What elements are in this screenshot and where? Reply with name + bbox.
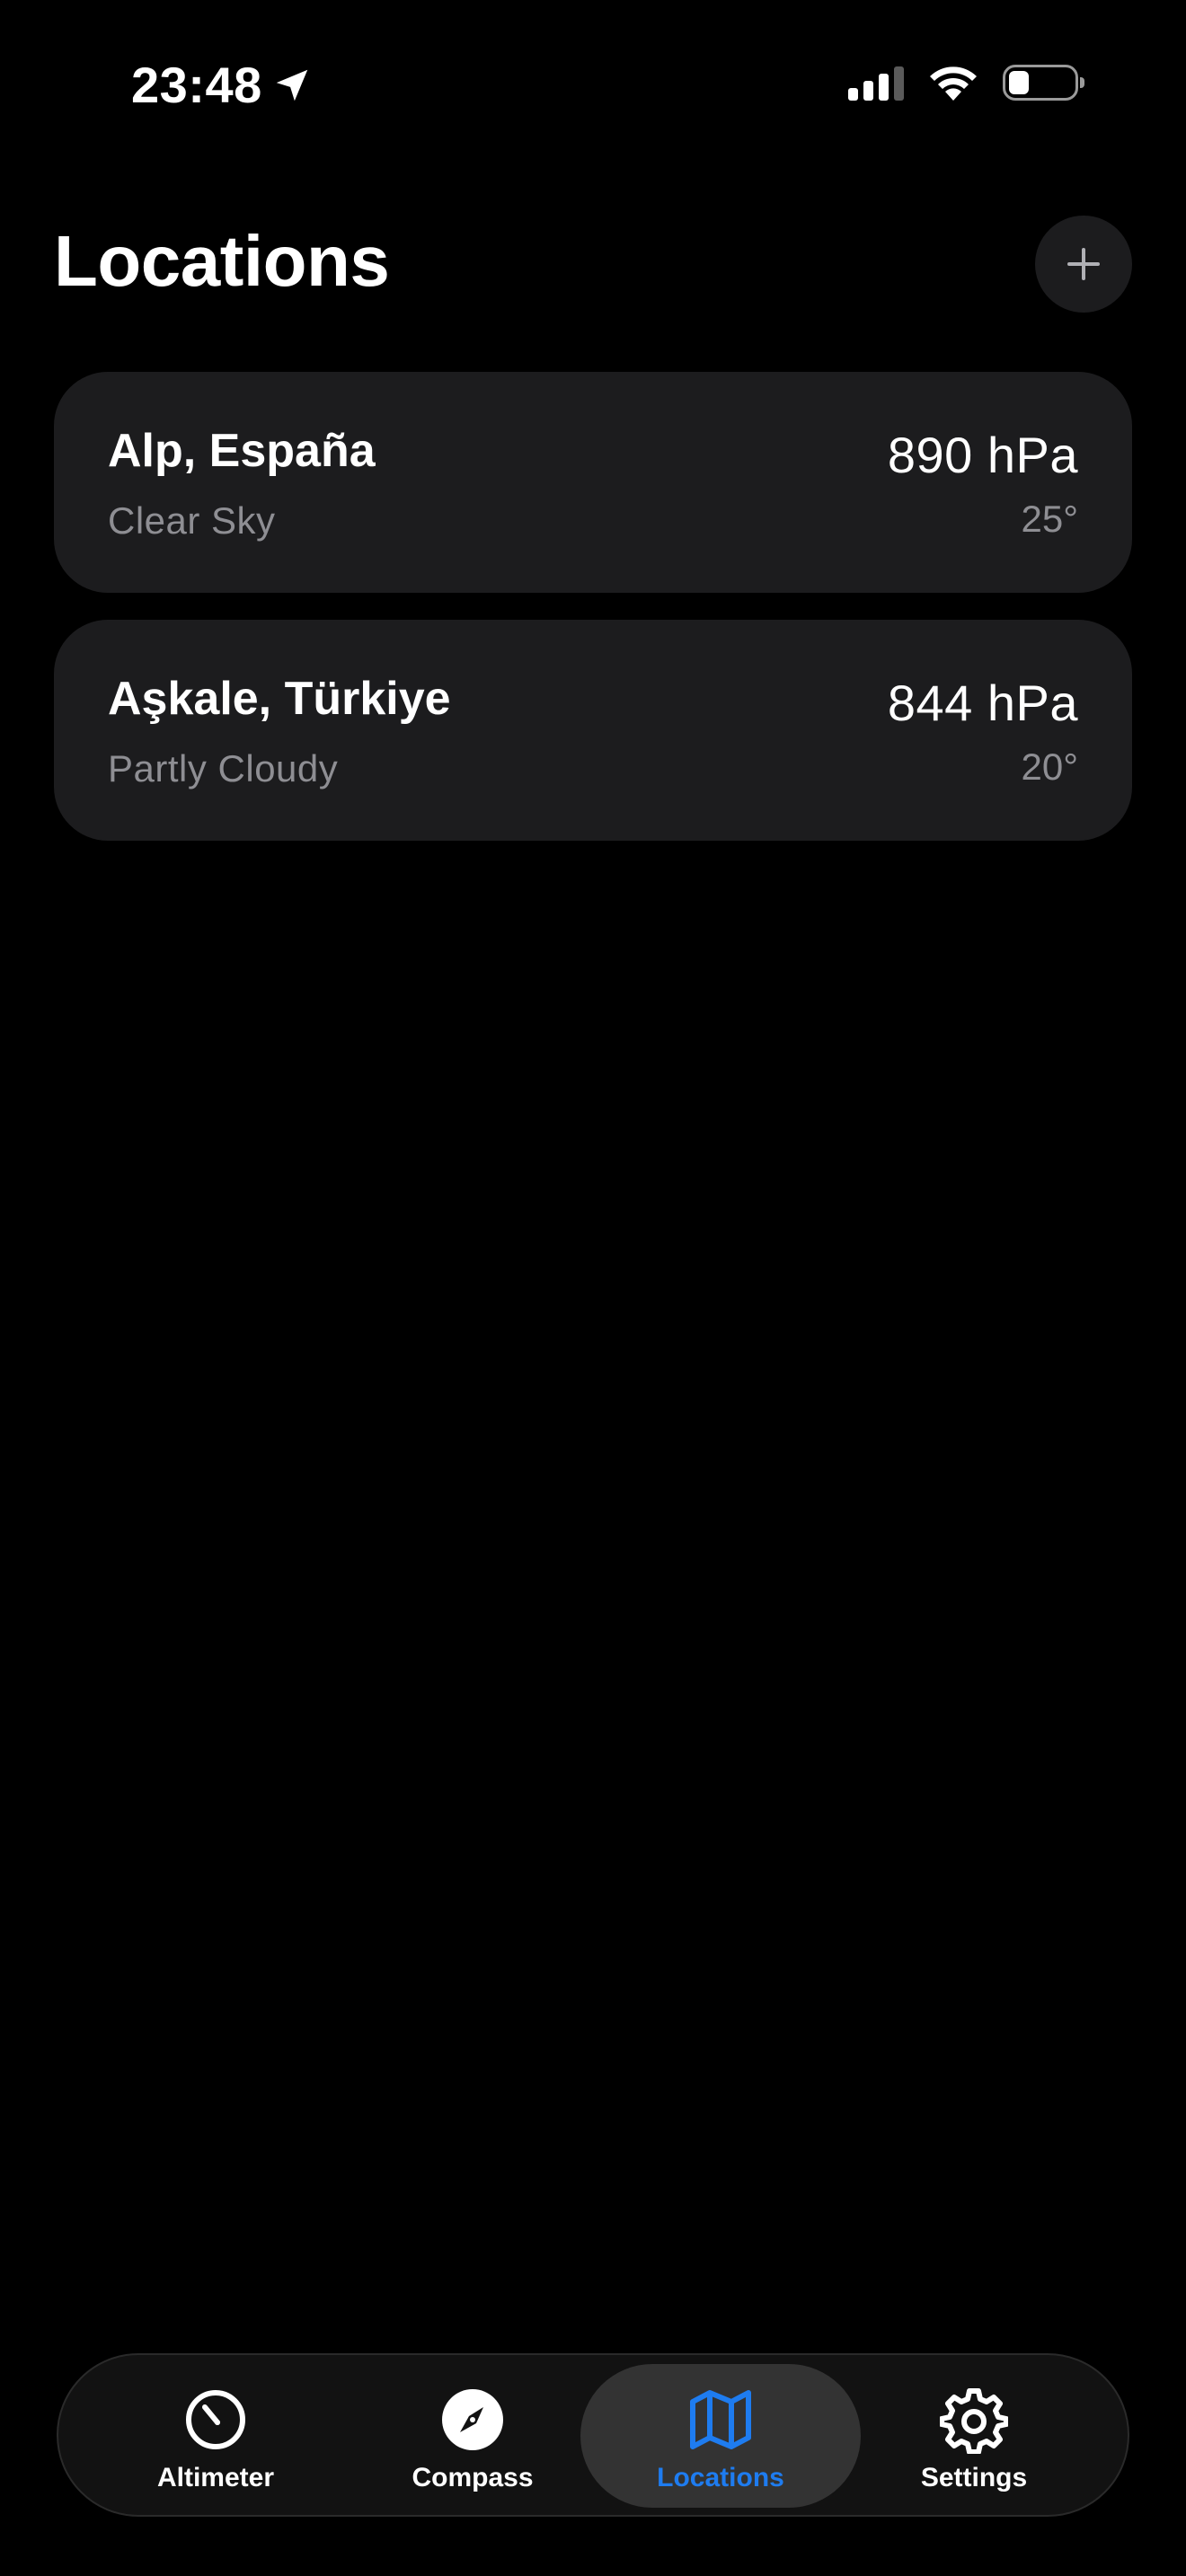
map-icon <box>690 2390 751 2449</box>
location-name: Alp, España <box>108 425 376 477</box>
weather-condition: Clear Sky <box>108 499 276 542</box>
plus-icon <box>1067 248 1100 280</box>
tab-label: Locations <box>657 2463 784 2492</box>
tab-label: Settings <box>920 2463 1028 2492</box>
status-bar: 23:48 <box>0 0 1186 180</box>
temperature-value: 25° <box>1021 498 1078 540</box>
page-title: Locations <box>54 221 390 301</box>
pressure-value: 844 hPa <box>887 675 1078 731</box>
status-indicators <box>848 63 1084 102</box>
gear-icon <box>940 2388 1008 2454</box>
tab-compass[interactable]: Compass <box>332 2364 613 2508</box>
tab-settings[interactable]: Settings <box>834 2364 1114 2508</box>
location-arrow-icon <box>276 69 307 101</box>
location-name: Aşkale, Türkiye <box>108 673 451 725</box>
add-location-button[interactable] <box>1035 216 1132 313</box>
weather-condition: Partly Cloudy <box>108 747 339 790</box>
status-time: 23:48 <box>131 56 313 114</box>
wifi-icon <box>930 66 977 101</box>
location-card[interactable]: Aşkale, Türkiye Partly Cloudy 844 hPa 20… <box>54 620 1132 841</box>
pressure-value: 890 hPa <box>887 427 1078 483</box>
battery-icon <box>1003 65 1084 101</box>
gauge-icon <box>186 2390 245 2449</box>
tab-label: Compass <box>412 2463 534 2492</box>
tab-label: Altimeter <box>156 2463 275 2492</box>
temperature-value: 20° <box>1021 745 1078 788</box>
tab-bar: Altimeter Compass Locations Settings <box>57 2353 1129 2517</box>
tab-locations[interactable]: Locations <box>580 2364 861 2508</box>
location-card[interactable]: Alp, España Clear Sky 890 hPa 25° <box>54 372 1132 593</box>
cellular-signal-icon <box>848 65 904 101</box>
tab-altimeter[interactable]: Altimeter <box>75 2364 356 2508</box>
compass-icon <box>442 2389 503 2450</box>
status-time-text: 23:48 <box>131 57 262 113</box>
